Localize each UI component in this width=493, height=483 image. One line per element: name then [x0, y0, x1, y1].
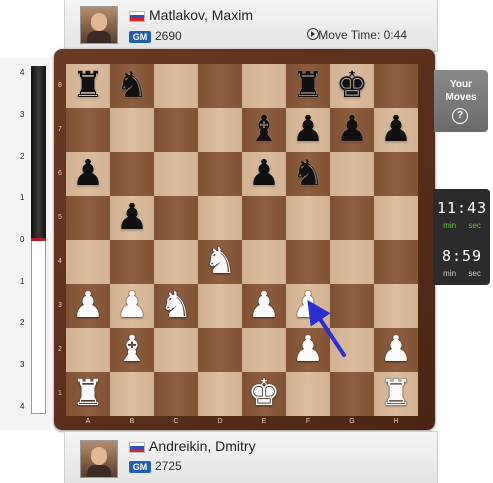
top-clock-min-label: min — [443, 221, 457, 230]
bottom-player-avatar — [80, 440, 118, 478]
bottom-player-panel: Andreikin, Dmitry GM 2725 — [64, 431, 438, 483]
bottom-clock-time: 8:59 — [441, 247, 483, 265]
top-player-clock: 11:43 min sec — [435, 193, 489, 237]
move-arrow — [307, 300, 346, 357]
bottom-player-name[interactable]: Andreikin, Dmitry — [149, 438, 256, 454]
move-arrow-line — [307, 300, 346, 357]
bottom-player-title-badge: GM — [129, 461, 151, 473]
bottom-clock-min-label: min — [443, 269, 457, 278]
top-clock-sec-label: sec — [468, 221, 481, 230]
top-clock-time: 11:43 — [437, 199, 488, 217]
bottom-clock-sec-label: sec — [468, 269, 481, 278]
game-clocks: 11:43 min sec 8:59 min sec — [433, 189, 490, 285]
bottom-player-clock: 8:59 min sec — [435, 241, 489, 285]
help-icon[interactable]: ? — [452, 108, 468, 124]
your-moves-button[interactable]: Your Moves ? — [434, 70, 488, 132]
your-moves-label-line1: Your — [449, 79, 473, 90]
your-moves-label-line2: Moves — [445, 92, 477, 103]
russia-flag-icon — [129, 442, 145, 453]
bottom-player-rating: 2725 — [155, 459, 182, 473]
